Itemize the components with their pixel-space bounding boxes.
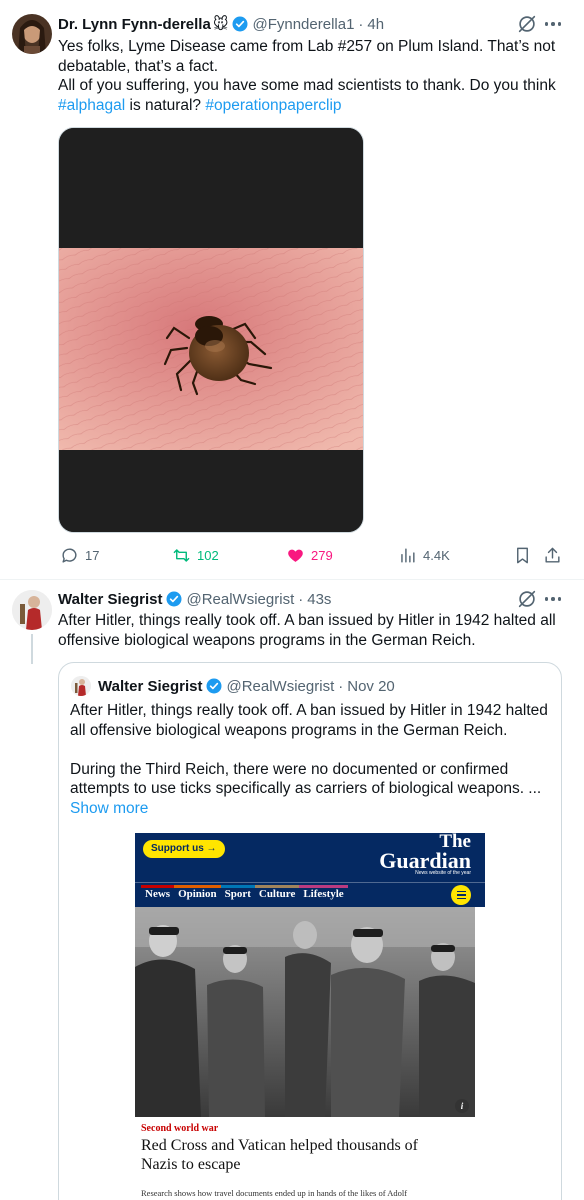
verified-badge-icon — [206, 678, 222, 694]
guardian-logo: The Guardian News website of the year — [379, 833, 471, 876]
author-name[interactable]: Walter Siegrist — [58, 591, 162, 608]
reply-button[interactable]: 17 — [60, 546, 99, 565]
timestamp[interactable]: 4h — [367, 16, 384, 33]
avatar — [71, 676, 91, 696]
show-more-link[interactable]: Show more — [70, 799, 560, 819]
view-count: 4.4K — [423, 548, 450, 563]
hashtag-operationpaperclip[interactable]: #operationpaperclip — [205, 97, 341, 114]
more-options-icon[interactable] — [543, 589, 563, 609]
support-us-button[interactable]: Support us → — [143, 840, 225, 858]
tweet-text: Yes folks, Lyme Disease came from Lab #2… — [58, 38, 556, 114]
tweet-walter[interactable]: Walter Siegrist @RealWsiegrist · 43s Aft… — [0, 580, 584, 1200]
like-button[interactable]: 279 — [286, 546, 333, 565]
repost-count: 102 — [197, 548, 219, 563]
quoted-author-handle: @RealWsiegrist — [226, 677, 335, 695]
article-standfirst: Research shows how travel documents ende… — [141, 1188, 408, 1198]
bookmark-icon[interactable] — [513, 546, 532, 565]
share-icon[interactable] — [543, 546, 562, 565]
verified-badge-icon — [232, 16, 248, 32]
guardian-masthead: Support us → The Guardian News website o… — [135, 833, 485, 907]
grok-icon[interactable] — [516, 13, 538, 35]
article-photo: i — [135, 907, 475, 1117]
tweet-media-image[interactable] — [58, 127, 364, 533]
avatar[interactable] — [12, 14, 52, 54]
nav-sport[interactable]: Sport — [220, 885, 255, 900]
grok-icon[interactable] — [516, 588, 538, 610]
author-handle[interactable]: @RealWsiegrist — [186, 591, 294, 608]
guardian-nav: News Opinion Sport Culture Lifestyle — [141, 885, 348, 900]
guardian-nav-rule — [135, 882, 485, 883]
mouse-emoji: 🐭 — [212, 16, 229, 33]
quoted-author-name: Walter Siegrist — [98, 677, 203, 695]
quoted-tweet[interactable]: Walter Siegrist @RealWsiegrist · Nov 20 … — [58, 662, 562, 1200]
separator-dot: · — [338, 677, 344, 695]
heart-icon — [288, 549, 303, 562]
timestamp[interactable]: 43s — [307, 591, 331, 608]
separator-dot: · — [358, 15, 364, 33]
tweet-text: After Hitler, things really took off. A … — [58, 612, 556, 649]
article-headline[interactable]: Red Cross and Vatican helped thousands o… — [141, 1136, 481, 1174]
quoted-timestamp: Nov 20 — [347, 677, 395, 695]
nav-lifestyle[interactable]: Lifestyle — [299, 885, 348, 900]
menu-icon[interactable] — [451, 885, 471, 905]
verified-badge-icon — [166, 591, 182, 607]
views-chart-icon — [401, 548, 415, 563]
reply-icon — [62, 548, 77, 563]
reply-count: 17 — [85, 548, 100, 563]
quoted-media-guardian-screenshot[interactable]: Support us → The Guardian News website o… — [135, 833, 485, 1200]
avatar[interactable] — [12, 590, 52, 630]
article-section[interactable]: Second world war — [141, 1123, 218, 1134]
thread-line — [31, 634, 33, 664]
like-count: 279 — [311, 548, 333, 563]
repost-icon — [173, 549, 190, 562]
author-handle[interactable]: @Fynnderella1 — [252, 16, 354, 33]
tweet-lynn[interactable]: Dr. Lynn Fynn-derella 🐭 @Fynnderella1 · … — [0, 0, 584, 580]
hashtag-alphagal[interactable]: #alphagal — [58, 97, 125, 114]
author-name[interactable]: Dr. Lynn Fynn-derella — [58, 16, 211, 33]
more-options-icon[interactable] — [543, 14, 563, 34]
separator-dot: · — [298, 590, 304, 608]
info-icon[interactable]: i — [455, 1099, 469, 1113]
views-button[interactable]: 4.4K — [398, 546, 450, 565]
nav-news[interactable]: News — [141, 885, 175, 900]
quoted-tweet-text: After Hitler, things really took off. A … — [70, 701, 560, 818]
nav-opinion[interactable]: Opinion — [174, 885, 221, 900]
repost-button[interactable]: 102 — [172, 546, 219, 565]
nav-culture[interactable]: Culture — [254, 885, 300, 900]
